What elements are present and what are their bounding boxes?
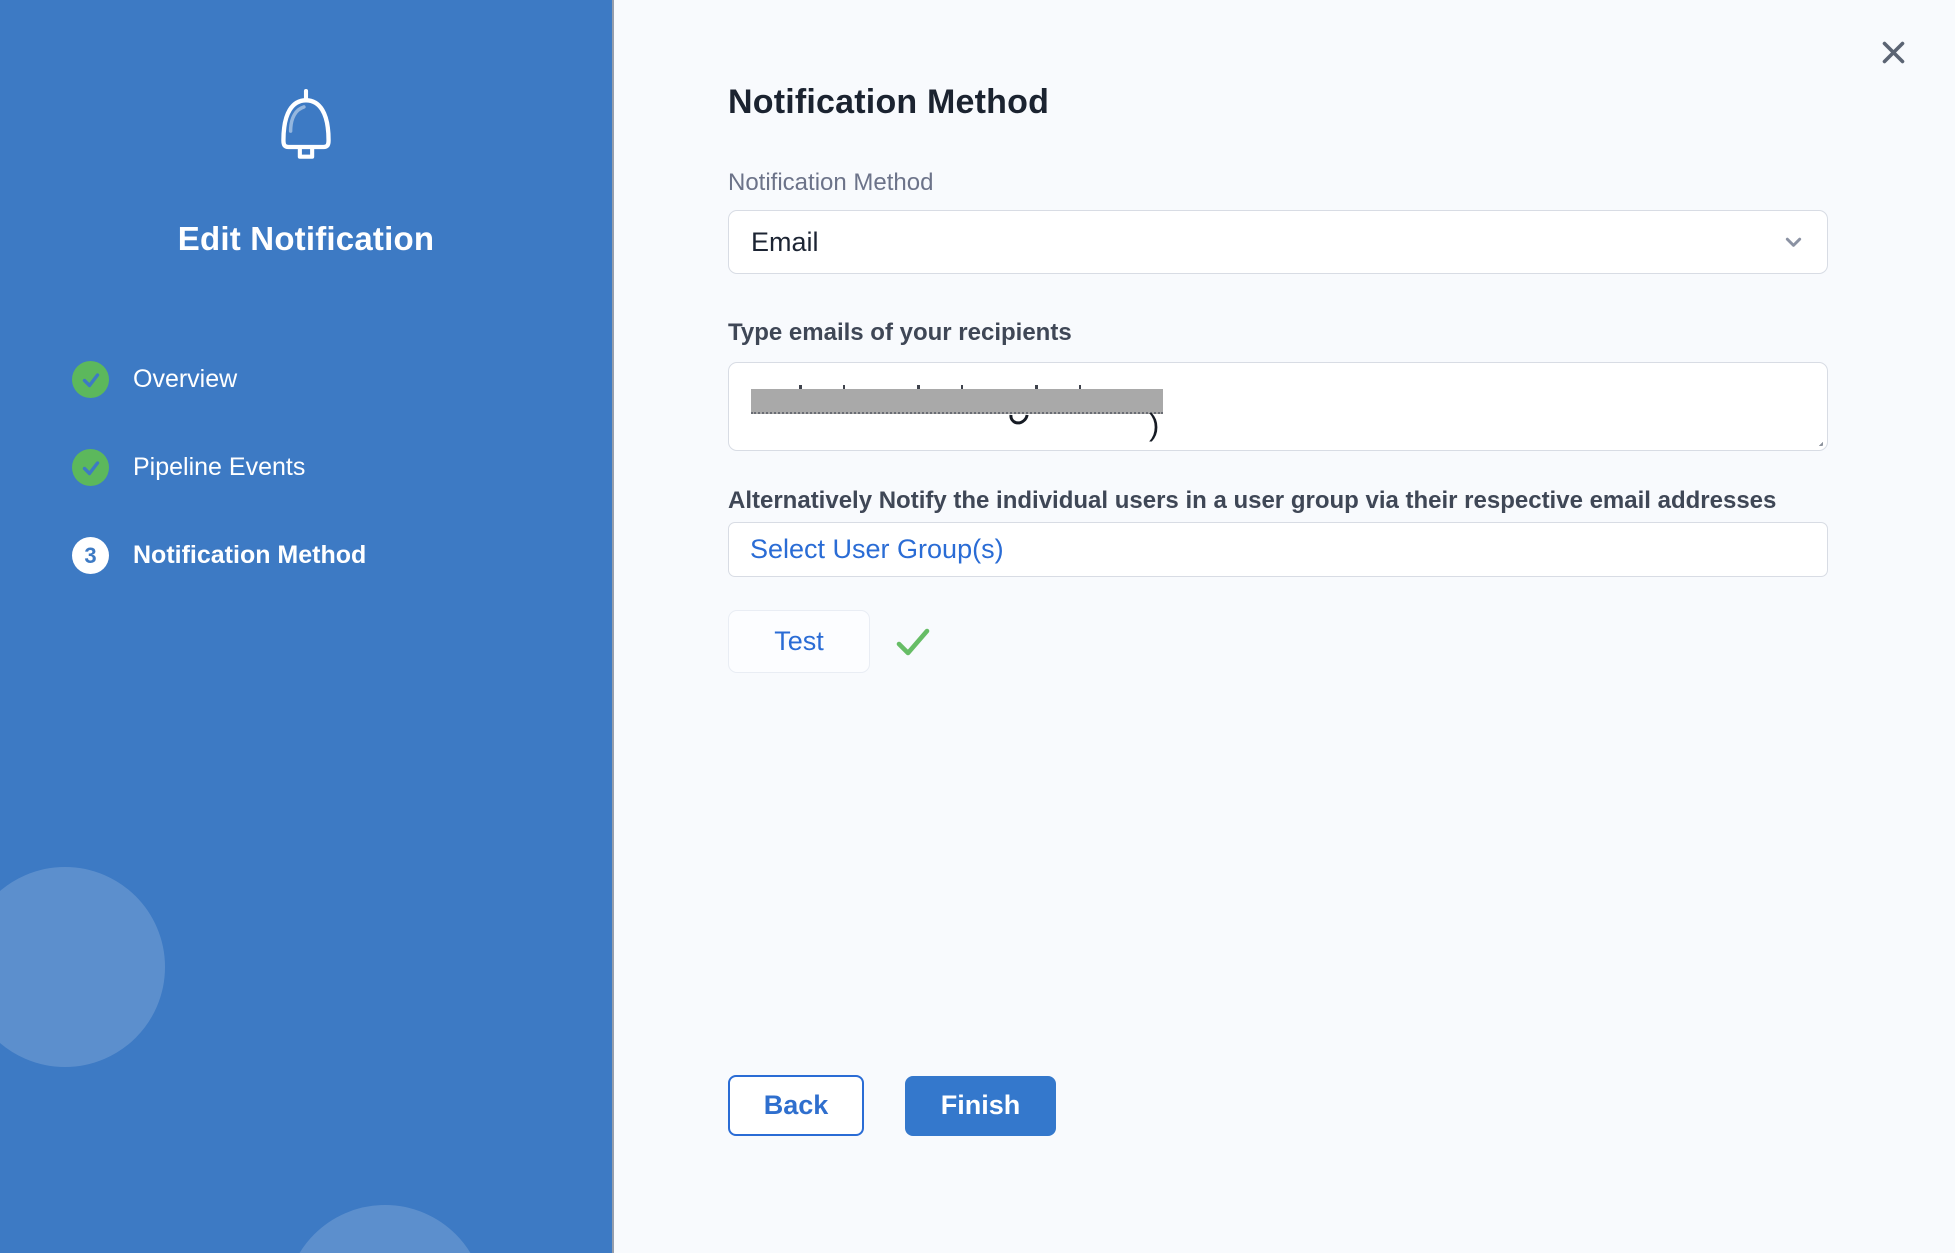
wizard-steps: Overview Pipeline Events 3 Notification … — [72, 361, 366, 625]
method-label: Notification Method — [728, 168, 1828, 198]
step-label: Overview — [133, 365, 237, 394]
brand-watermark — [0, 0, 612, 1253]
check-icon — [80, 457, 102, 479]
step-number-circle: 3 — [72, 537, 109, 574]
test-button-label: Test — [774, 626, 824, 657]
select-user-groups-label: Select User Group(s) — [750, 534, 1004, 565]
step-label: Pipeline Events — [133, 453, 305, 482]
test-success-check-icon — [894, 624, 932, 660]
step-overview[interactable]: Overview — [72, 361, 366, 398]
user-group-hint: Alternatively Notify the individual user… — [728, 486, 1828, 516]
test-button[interactable]: Test — [728, 610, 870, 673]
chevron-down-icon — [1780, 229, 1807, 256]
redacted-tail-char: ) — [1149, 407, 1159, 443]
check-icon — [80, 369, 102, 391]
step-done-circle — [72, 361, 109, 398]
step-notification-method[interactable]: 3 Notification Method — [72, 537, 366, 574]
step-done-circle — [72, 449, 109, 486]
resize-handle[interactable] — [1806, 429, 1823, 446]
close-button[interactable] — [1875, 34, 1911, 70]
notification-method-select[interactable]: Email — [728, 210, 1828, 274]
notification-method-panel: Notification Method Notification Method … — [616, 0, 1955, 1253]
page-title: Notification Method — [728, 82, 1828, 122]
at-glyph — [1006, 402, 1033, 429]
finish-button[interactable]: Finish — [905, 1076, 1056, 1136]
method-selected-value: Email — [751, 227, 819, 258]
back-button[interactable]: Back — [728, 1075, 864, 1136]
close-icon — [1880, 39, 1907, 66]
step-pipeline-events[interactable]: Pipeline Events — [72, 449, 366, 486]
redacted-email-value: ) — [751, 389, 1163, 414]
wizard-title: Edit Notification — [0, 220, 612, 258]
recipients-label: Type emails of your recipients — [728, 318, 1828, 348]
step-number: 3 — [84, 543, 96, 569]
step-label: Notification Method — [133, 541, 366, 570]
select-user-groups-button[interactable]: Select User Group(s) — [728, 522, 1828, 577]
recipients-textarea[interactable]: ) — [728, 362, 1828, 451]
finish-button-label: Finish — [941, 1090, 1021, 1121]
bell-icon — [0, 88, 612, 168]
wizard-sidebar: Edit Notification Overview Pipeline Even… — [0, 0, 614, 1253]
back-button-label: Back — [764, 1090, 829, 1121]
